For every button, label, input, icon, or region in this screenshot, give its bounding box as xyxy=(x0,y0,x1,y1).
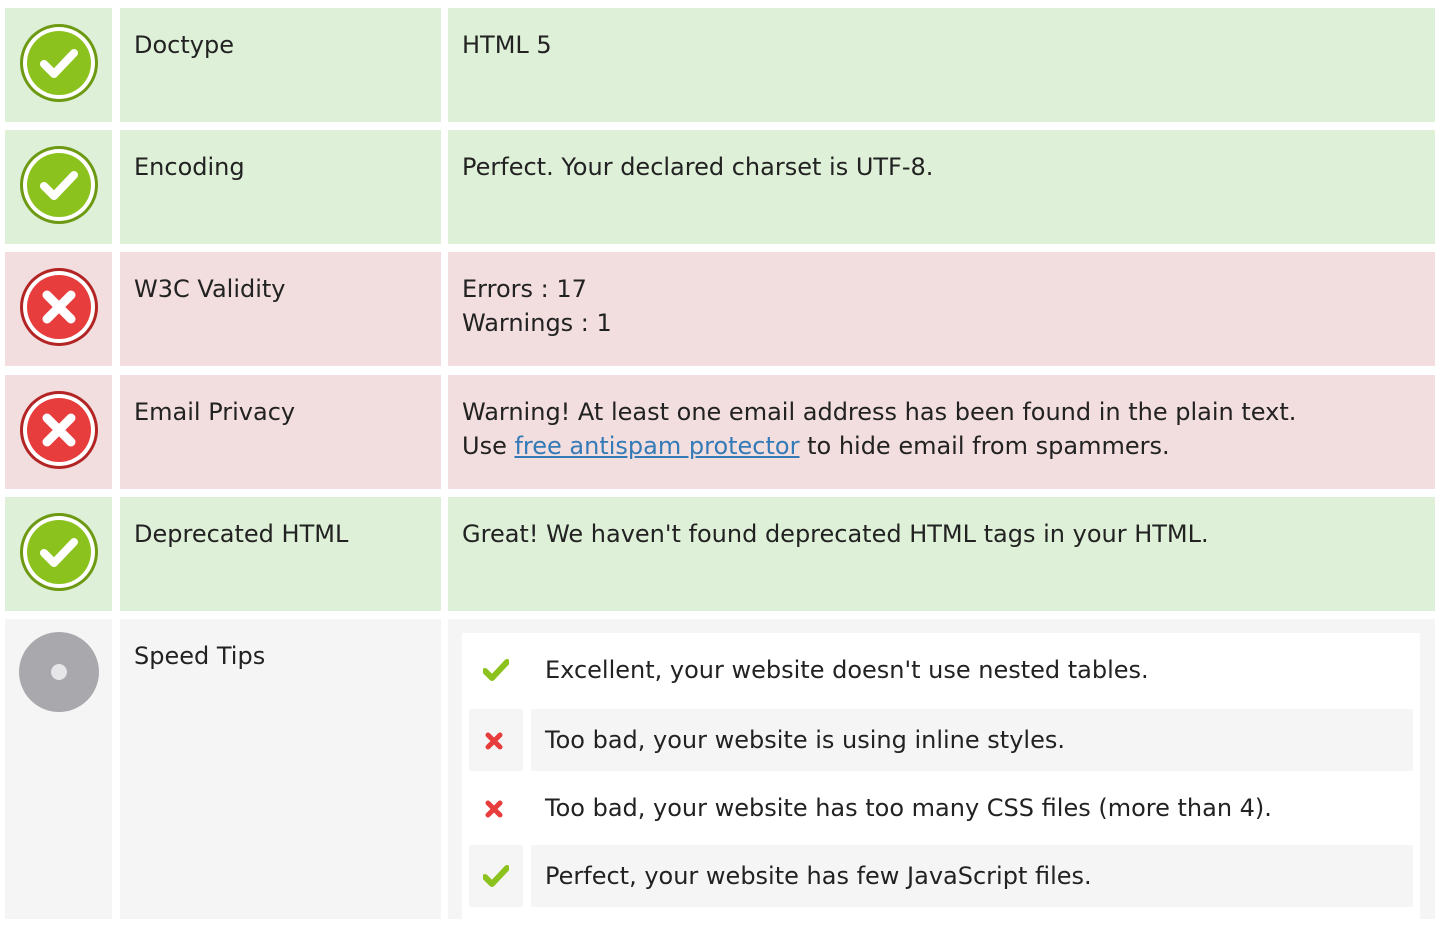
value-text: Great! We haven't found deprecated HTML … xyxy=(462,520,1209,548)
check-circle-icon xyxy=(20,146,98,224)
tip-text: Perfect, your website has few JavaScript… xyxy=(531,845,1413,907)
tip-status xyxy=(469,777,523,839)
advice-prefix: Use xyxy=(462,432,515,460)
tip-status xyxy=(469,709,523,771)
cross-icon xyxy=(485,800,503,818)
check-row-speed-tips: Speed Tips Excellent, your website doesn… xyxy=(0,619,1445,933)
tip-text: Too bad, your website has too many CSS f… xyxy=(545,794,1272,822)
check-label: Doctype xyxy=(120,8,441,122)
check-label: Speed Tips xyxy=(120,619,441,919)
antispam-protector-link[interactable]: free antispam protector xyxy=(514,432,799,460)
x-circle-icon xyxy=(20,268,98,346)
check-row-doctype: Doctype HTML 5 xyxy=(0,8,1445,122)
check-label: Email Privacy xyxy=(120,375,441,489)
check-row-w3c-validity: W3C Validity Errors : 17 Warnings : 1 xyxy=(0,252,1445,366)
speed-tip-item: Too bad, your website is using inline st… xyxy=(469,709,1413,771)
status-cell xyxy=(5,130,112,244)
check-value: Errors : 17 Warnings : 1 xyxy=(448,252,1435,366)
speed-tip-item: Excellent, your website doesn't use nest… xyxy=(469,639,1413,701)
status-cell xyxy=(5,375,112,489)
speed-tips-list: Excellent, your website doesn't use nest… xyxy=(462,633,1420,933)
email-warning-text: Warning! At least one email address has … xyxy=(462,398,1297,426)
tip-status xyxy=(469,845,523,907)
check-value: Perfect. Your declared charset is UTF-8. xyxy=(448,130,1435,244)
status-cell xyxy=(5,619,112,919)
email-advice-text: Use free antispam protector to hide emai… xyxy=(462,429,1435,463)
x-circle-icon xyxy=(20,391,98,469)
check-value: Excellent, your website doesn't use nest… xyxy=(448,619,1435,933)
check-row-deprecated-html: Deprecated HTML Great! We haven't found … xyxy=(0,497,1445,611)
check-label: Encoding xyxy=(120,130,441,244)
status-cell xyxy=(5,252,112,366)
tip-text: Too bad, your website is using inline st… xyxy=(531,709,1413,771)
check-value: Warning! At least one email address has … xyxy=(448,375,1435,489)
check-value: Great! We haven't found deprecated HTML … xyxy=(448,497,1435,611)
cross-icon xyxy=(485,732,503,750)
check-circle-icon xyxy=(20,513,98,591)
advice-suffix: to hide email from spammers. xyxy=(799,432,1170,460)
check-row-email-privacy: Email Privacy Warning! At least one emai… xyxy=(0,375,1445,489)
errors-count: Errors : 17 xyxy=(462,275,587,303)
check-value: HTML 5 xyxy=(448,8,1435,122)
check-row-encoding: Encoding Perfect. Your declared charset … xyxy=(0,130,1445,244)
check-label: W3C Validity xyxy=(120,252,441,366)
warnings-count: Warnings : 1 xyxy=(462,309,612,337)
checkmark-icon xyxy=(483,865,509,887)
value-text: HTML 5 xyxy=(462,31,552,59)
value-text: Perfect. Your declared charset is UTF-8. xyxy=(462,153,934,181)
tip-status xyxy=(469,639,523,701)
checkmark-icon xyxy=(483,659,509,681)
tip-text: Excellent, your website doesn't use nest… xyxy=(545,656,1149,684)
check-circle-icon xyxy=(20,24,98,102)
speed-tip-item: Perfect, your website has few JavaScript… xyxy=(469,845,1413,907)
neutral-circle-icon xyxy=(19,632,99,712)
status-cell xyxy=(5,497,112,611)
speed-tip-item: Too bad, your website has too many CSS f… xyxy=(469,777,1413,839)
check-label: Deprecated HTML xyxy=(120,497,441,611)
status-cell xyxy=(5,8,112,122)
